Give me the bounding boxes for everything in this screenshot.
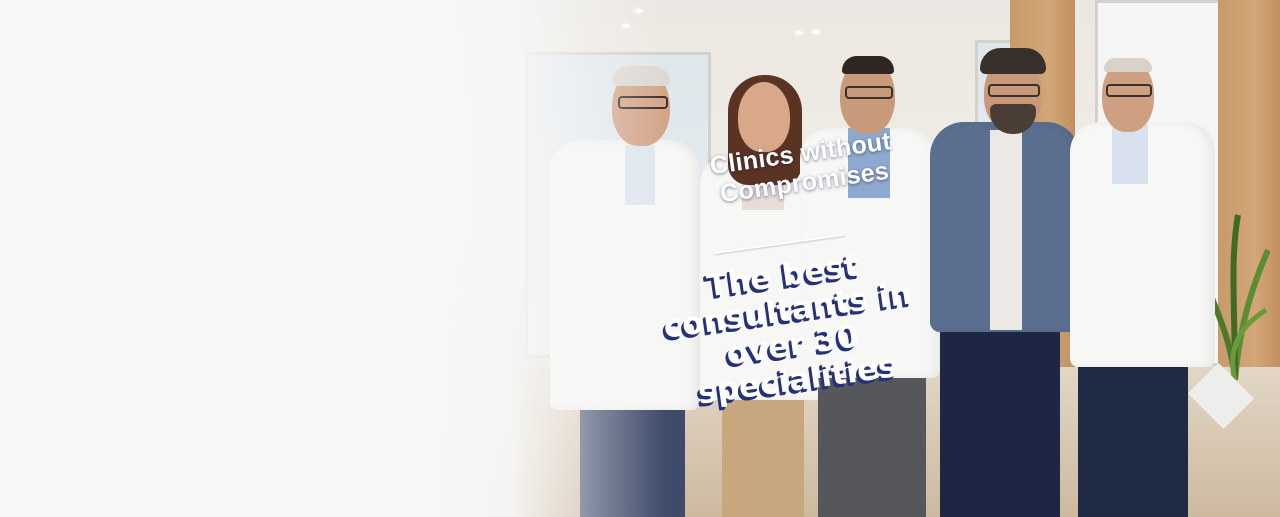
white-fade-overlay bbox=[0, 0, 1280, 517]
hero-banner: Clinics without Compromises The best con… bbox=[0, 0, 1280, 517]
